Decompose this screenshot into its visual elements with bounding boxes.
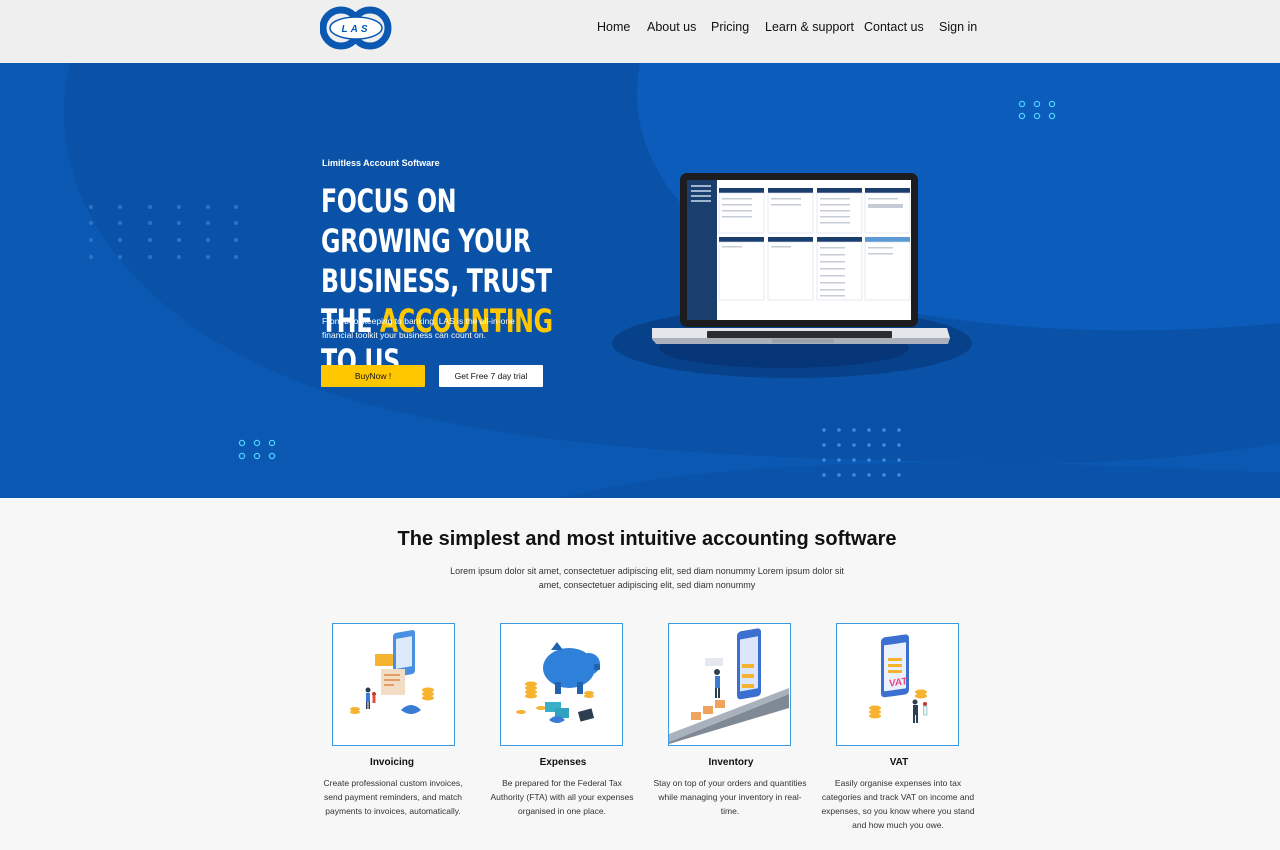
feature-title-vat: VAT <box>889 757 909 768</box>
inventory-conveyor-illustration <box>669 628 789 744</box>
feature-desc-expenses: Be prepared for the Federal Tax Authorit… <box>490 778 634 816</box>
hero-headline: Focus on growing your business, trust th… <box>321 181 558 381</box>
nav-contact-link[interactable]: Contact us <box>864 20 924 34</box>
piggy-bank-illustration <box>516 642 600 723</box>
feature-title-inventory: Inventory <box>708 757 754 768</box>
feature-desc-invoicing: Create professional custom invoices, sen… <box>323 778 463 816</box>
nav-pricing-link[interactable]: Pricing <box>711 20 749 34</box>
feature-card-inventory[interactable] <box>668 623 791 746</box>
feature-card-vat[interactable]: VAT <box>836 623 959 746</box>
features-title: The simplest and most intuitive accounti… <box>397 528 897 550</box>
nav-signin-link[interactable]: Sign in <box>939 20 977 34</box>
nav-learn-support-link[interactable]: Learn & support <box>765 20 854 34</box>
feature-desc-inventory: Stay on top of your orders and quantitie… <box>653 778 807 816</box>
top-navigation-bar: LAS Home About us Pricing Learn & suppor… <box>0 0 1280 63</box>
hero-subtext: From bookkeeping to banking, LAS is the … <box>322 316 515 340</box>
laptop-illustration <box>612 173 972 378</box>
features-description: Lorem ipsum dolor sit amet, consectetuer… <box>450 566 844 590</box>
feature-card-expenses[interactable] <box>500 623 623 746</box>
feature-desc-vat: Easily organise expenses into tax catego… <box>821 778 975 830</box>
free-trial-button[interactable]: Get Free 7 day trial <box>439 365 543 387</box>
vat-phone-illustration: VAT <box>869 634 928 723</box>
invoice-phone-illustration <box>350 630 434 714</box>
hero-eyebrow: Limitless Account Software <box>322 158 440 168</box>
nav-home-link[interactable]: Home <box>597 20 630 34</box>
hero-section: Limitless Account Software Focus on grow… <box>0 63 1280 498</box>
buy-now-button[interactable]: BuyNow ! <box>321 365 425 387</box>
ring-dots-bottom-left <box>238 439 276 460</box>
feature-title-expenses: Expenses <box>539 757 587 768</box>
main-nav: Home About us Pricing Learn & support Co… <box>0 20 1280 40</box>
feature-card-invoicing[interactable] <box>332 623 455 746</box>
nav-about-link[interactable]: About us <box>647 20 696 34</box>
feature-title-invoicing: Invoicing <box>370 757 414 768</box>
